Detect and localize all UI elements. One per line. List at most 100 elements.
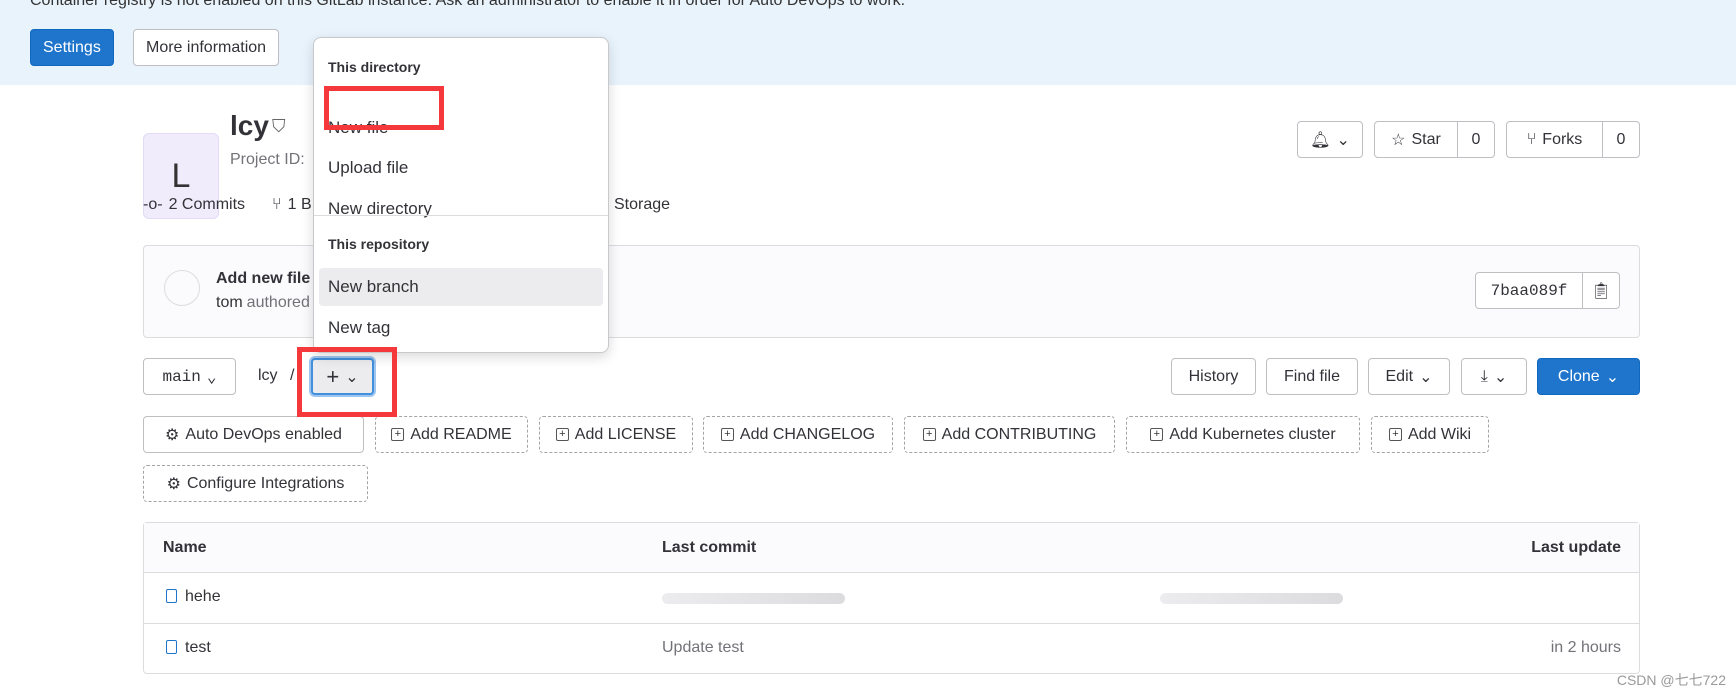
clone-label: Clone <box>1557 367 1600 385</box>
copy-sha-button[interactable]: 📋︎ <box>1582 272 1620 309</box>
project-name: lcy <box>230 110 269 141</box>
branch-name: main <box>162 367 201 386</box>
file-link[interactable]: hehe <box>166 588 221 606</box>
configure-integrations-button[interactable]: ⚙ Configure Integrations <box>143 465 368 502</box>
chevron-down-icon: ⌄ <box>1605 368 1620 386</box>
label: Auto DevOps enabled <box>185 425 342 443</box>
add-readme-button[interactable]: + Add README <box>375 416 528 453</box>
gear-icon: ⚙ <box>165 426 180 444</box>
file-icon <box>166 640 177 654</box>
shield-icon: ⛉ <box>272 116 286 136</box>
add-kubernetes-cluster-button[interactable]: + Add Kubernetes cluster <box>1126 416 1360 453</box>
download-button[interactable]: ⤓ ⌄ <box>1461 358 1527 395</box>
author-avatar[interactable] <box>164 270 200 306</box>
chevron-down-icon: ⌄ <box>206 368 217 387</box>
authored-label: authored <box>246 294 310 311</box>
plus-square-icon: + <box>555 428 569 441</box>
commit-title[interactable]: Add new file <box>216 270 310 288</box>
highlight-box-new-file <box>324 86 444 130</box>
commits-count: 2 Commits <box>168 196 246 213</box>
edit-button[interactable]: Edit ⌄ <box>1368 358 1450 395</box>
forks-count[interactable]: 0 <box>1602 121 1640 158</box>
forks-label: Forks <box>1542 130 1583 148</box>
plus-square-icon: + <box>720 428 734 441</box>
column-name: Name <box>163 539 207 556</box>
notification-button[interactable]: 🔔︎ ⌄ <box>1297 121 1363 158</box>
menu-item-new-directory[interactable]: New directory <box>319 190 603 228</box>
menu-item-new-tag[interactable]: New tag <box>319 309 603 347</box>
menu-item-upload-file[interactable]: Upload file <box>319 149 603 187</box>
label: Add Kubernetes cluster <box>1169 425 1336 443</box>
commit-sha[interactable]: 7baa089f <box>1475 272 1583 309</box>
storage-link[interactable]: Storage <box>614 196 670 214</box>
alert-banner: Container registry is not enabled on thi… <box>0 0 1736 85</box>
section-this-repository: This repository <box>328 236 430 252</box>
table-row[interactable]: test Update test in 2 hours <box>144 623 1639 674</box>
commit-author[interactable]: tom <box>216 294 243 312</box>
bell-icon: 🔔︎ <box>1310 131 1331 149</box>
menu-item-new-branch[interactable]: New branch <box>319 268 603 306</box>
branches-link[interactable]: ⑂ 1 B <box>272 196 312 214</box>
label: Add README <box>410 425 512 443</box>
chevron-down-icon: ⌄ <box>1493 368 1508 386</box>
label: Add LICENSE <box>574 425 677 443</box>
forks-button[interactable]: ⑂ Forks <box>1506 121 1603 158</box>
file-icon <box>166 589 177 603</box>
add-wiki-button[interactable]: + Add Wiki <box>1371 416 1489 453</box>
star-button[interactable]: ☆ Star <box>1374 121 1458 158</box>
chevron-down-icon: ⌄ <box>1336 131 1350 149</box>
label: Add Wiki <box>1407 425 1472 443</box>
gear-icon: ⚙ <box>166 475 181 493</box>
plus-square-icon: + <box>1150 428 1164 441</box>
settings-button[interactable]: Settings <box>30 29 114 66</box>
branch-icon: ⑂ <box>272 196 282 213</box>
add-dropdown-menu: This directory New file Upload file New … <box>313 37 609 353</box>
auto-devops-button[interactable]: ⚙ Auto DevOps enabled <box>143 416 364 453</box>
alert-text: Container registry is not enabled on thi… <box>30 0 906 9</box>
divider <box>314 215 608 216</box>
project-id: Project ID: <box>230 151 305 168</box>
loading-skeleton <box>662 593 845 604</box>
plus-square-icon: + <box>1388 428 1402 441</box>
file-link[interactable]: test <box>166 639 211 657</box>
column-last-commit: Last commit <box>662 539 757 556</box>
edit-label: Edit <box>1385 367 1414 385</box>
table-row[interactable]: hehe <box>144 572 1639 623</box>
fork-icon: ⑂ <box>1526 130 1537 148</box>
more-information-button[interactable]: More information <box>133 29 280 66</box>
loading-skeleton <box>1160 593 1343 604</box>
label: Add CHANGELOG <box>739 425 876 443</box>
breadcrumb-root[interactable]: lcy <box>258 367 278 385</box>
label: Add CONTRIBUTING <box>941 425 1097 443</box>
branch-selector[interactable]: main ⌄ <box>143 358 236 395</box>
star-icon: ☆ <box>1391 131 1406 149</box>
label: Configure Integrations <box>186 474 345 492</box>
breadcrumb-separator: / <box>290 367 295 384</box>
star-label: Star <box>1411 130 1441 148</box>
clipboard-icon: 📋︎ <box>1590 282 1612 300</box>
table-header: Name Last commit Last update <box>144 523 1639 572</box>
add-license-button[interactable]: + Add LICENSE <box>539 416 693 453</box>
file-table: Name Last commit Last update hehe test U… <box>143 522 1640 674</box>
section-this-directory: This directory <box>328 59 421 75</box>
plus-square-icon: + <box>391 428 405 441</box>
add-contributing-button[interactable]: + Add CONTRIBUTING <box>904 416 1115 453</box>
file-name: test <box>185 639 211 656</box>
commits-link[interactable]: -o- 2 Commits <box>143 196 245 214</box>
commit-icon: -o- <box>143 196 163 213</box>
branches-count: 1 B <box>287 196 312 213</box>
last-update-time: in 2 hours <box>1550 639 1621 656</box>
last-commit-message[interactable]: Update test <box>662 639 744 657</box>
column-last-update: Last update <box>1531 539 1621 556</box>
clone-button[interactable]: Clone ⌄ <box>1537 358 1640 395</box>
file-name: hehe <box>185 588 221 605</box>
add-changelog-button[interactable]: + Add CHANGELOG <box>703 416 893 453</box>
find-file-button[interactable]: Find file <box>1266 358 1358 395</box>
plus-square-icon: + <box>922 428 936 441</box>
chevron-down-icon: ⌄ <box>1419 368 1433 386</box>
star-count[interactable]: 0 <box>1457 121 1495 158</box>
highlight-box-add-button <box>297 347 397 417</box>
watermark: CSDN @七七722 <box>1616 672 1726 688</box>
download-icon: ⤓ <box>1480 367 1488 385</box>
history-button[interactable]: History <box>1171 358 1256 395</box>
